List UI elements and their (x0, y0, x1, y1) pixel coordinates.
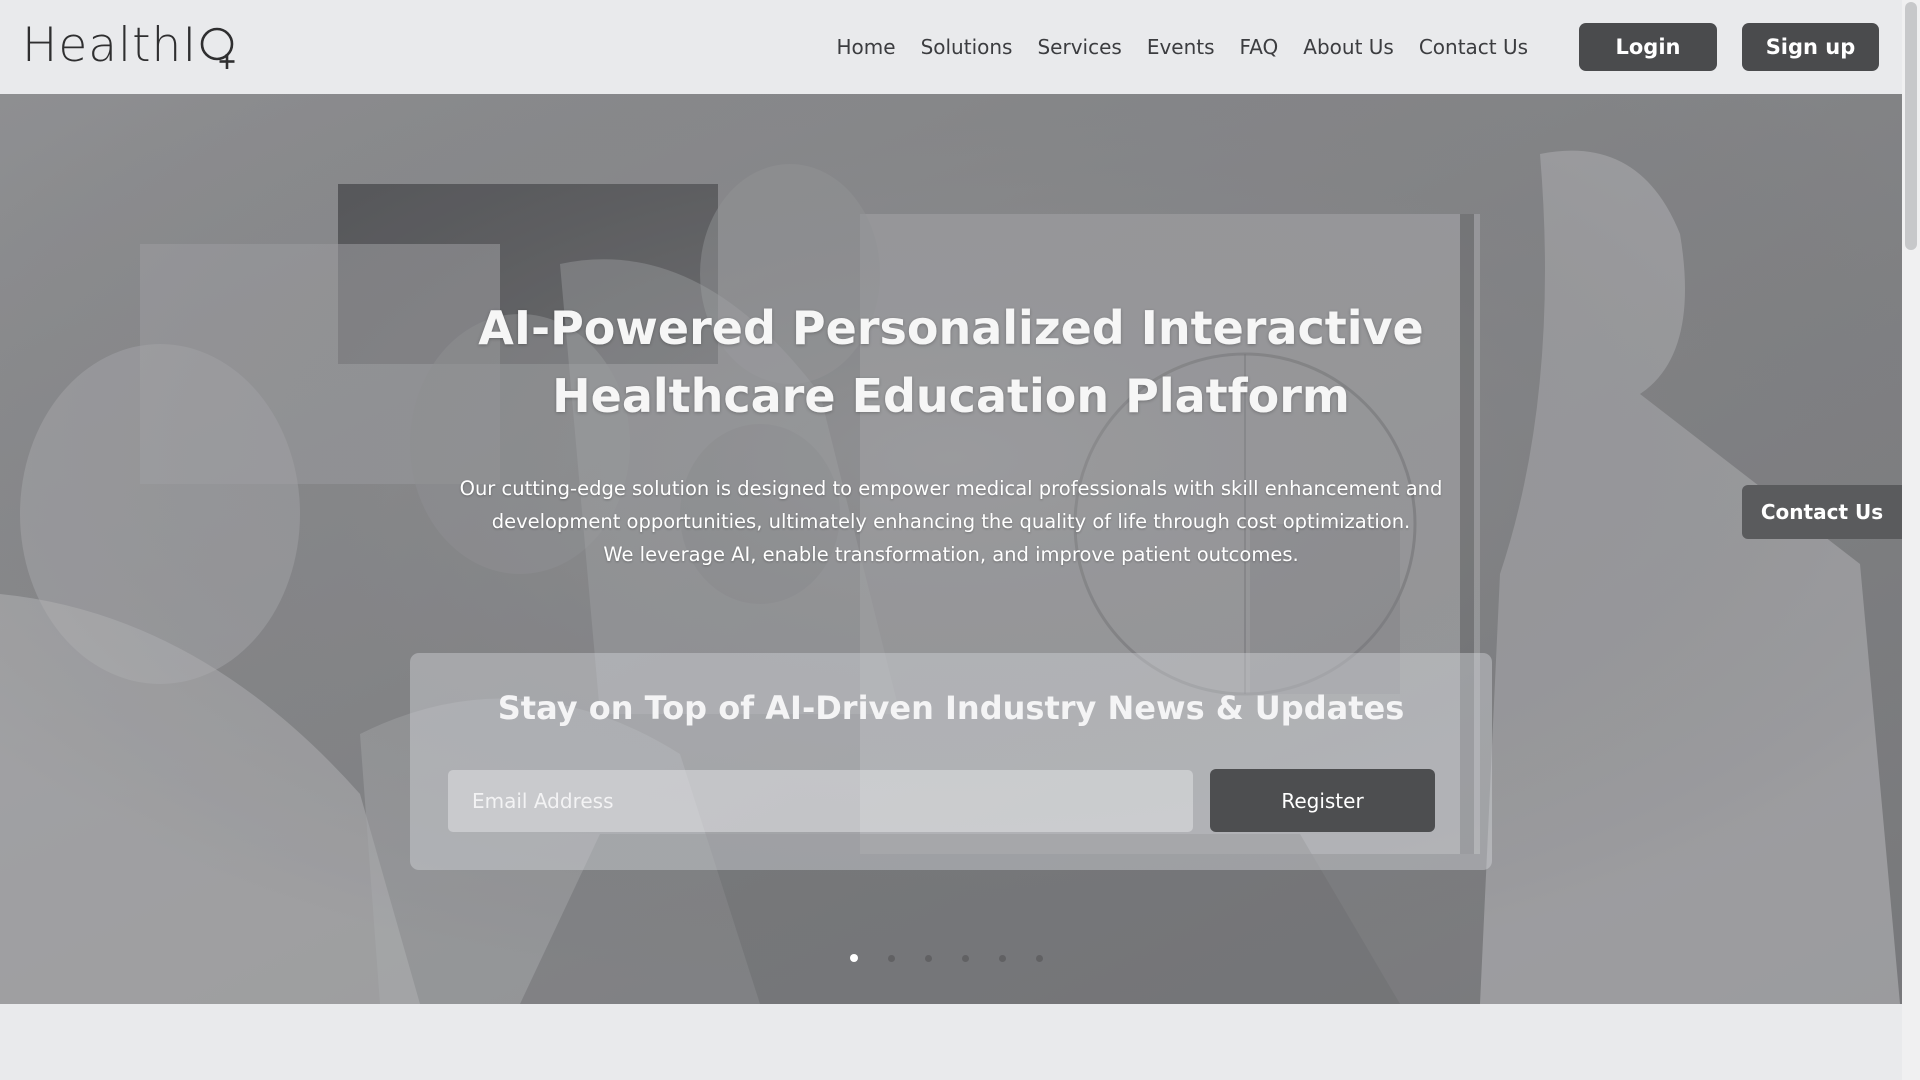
email-field[interactable] (448, 770, 1193, 832)
hero-description-line: We leverage AI, enable transformation, a… (603, 543, 1299, 566)
nav-faq[interactable]: FAQ (1227, 27, 1291, 67)
hero-title: AI-Powered Personalized Interactive Heal… (478, 301, 1424, 423)
hero-section: AI-Powered Personalized Interactive Heal… (0, 94, 1902, 1004)
scrollbar-thumb[interactable] (1905, 2, 1917, 250)
logo[interactable]: HealthI (22, 18, 239, 72)
carousel-dot[interactable] (962, 954, 969, 962)
register-button[interactable]: Register (1210, 769, 1435, 832)
hero-description-line: Our cutting-edge solution is designed to… (459, 477, 1443, 500)
login-button[interactable]: Login (1579, 23, 1717, 71)
carousel-dots (850, 954, 1043, 962)
page: HealthI Home Solutions Services Events F… (0, 0, 1920, 1080)
carousel-dot[interactable] (850, 954, 858, 962)
floating-contact-button[interactable]: Contact Us (1742, 485, 1902, 539)
newsletter-box: Stay on Top of AI-Driven Industry News &… (410, 653, 1492, 870)
carousel-dot[interactable] (999, 954, 1006, 962)
nav-about-us[interactable]: About Us (1291, 27, 1407, 67)
q-with-plus-icon (200, 27, 235, 69)
hero-description-line: development opportunities, ultimately en… (491, 510, 1411, 533)
hero-description: Our cutting-edge solution is designed to… (420, 472, 1482, 571)
main-nav: Home Solutions Services Events FAQ About… (824, 27, 1541, 67)
nav-solutions[interactable]: Solutions (908, 27, 1025, 67)
site-header: HealthI Home Solutions Services Events F… (0, 0, 1902, 94)
logo-wordmark: HealthI (22, 17, 198, 73)
carousel-dot[interactable] (925, 954, 932, 962)
nav-contact-us[interactable]: Contact Us (1406, 27, 1540, 67)
nav-services[interactable]: Services (1025, 27, 1134, 67)
carousel-dot[interactable] (888, 954, 895, 962)
vertical-scrollbar[interactable] (1902, 0, 1920, 1080)
newsletter-title: Stay on Top of AI-Driven Industry News &… (497, 689, 1405, 727)
nav-events[interactable]: Events (1134, 27, 1227, 67)
nav-home[interactable]: Home (824, 27, 908, 67)
carousel-dot[interactable] (1036, 954, 1043, 962)
signup-button[interactable]: Sign up (1742, 23, 1879, 71)
